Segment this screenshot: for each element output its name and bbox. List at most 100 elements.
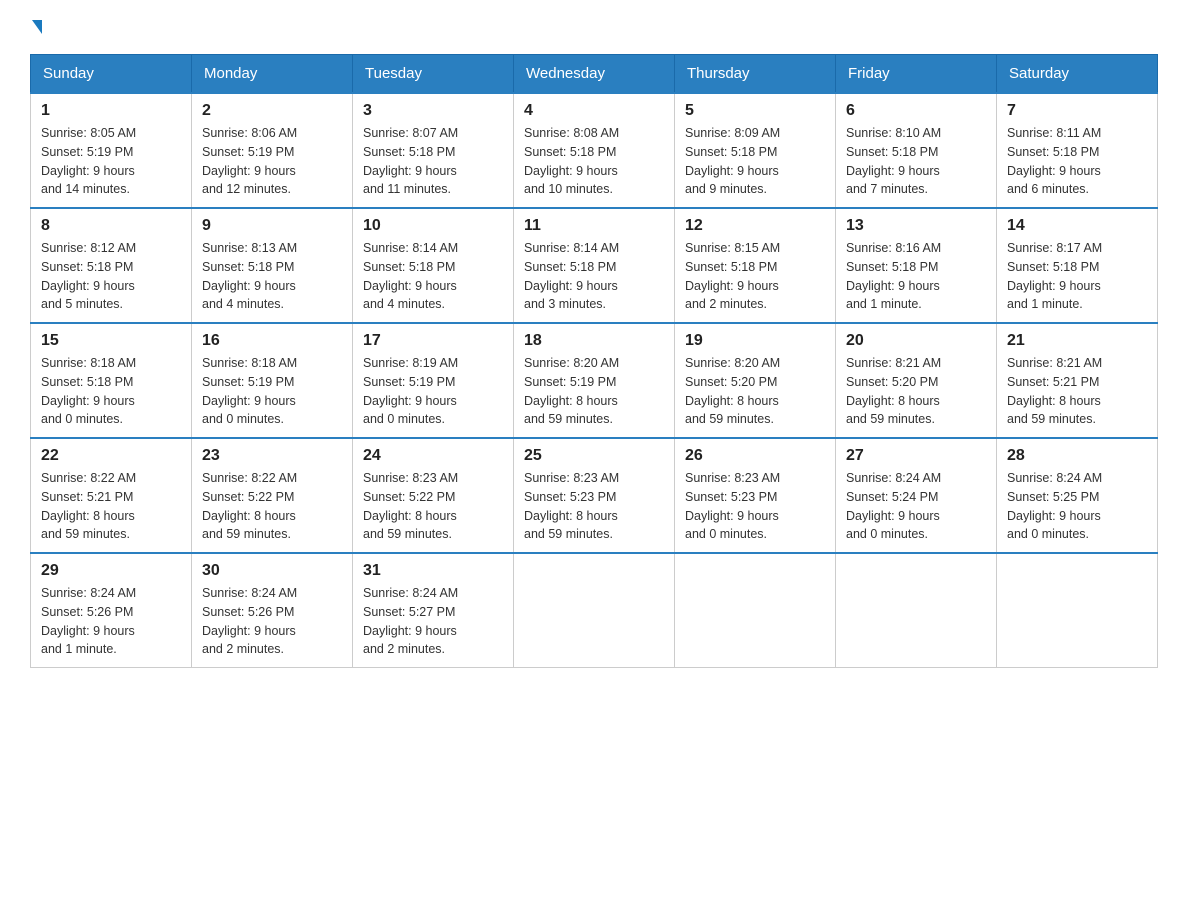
day-number: 7	[1007, 102, 1147, 120]
calendar-cell: 6 Sunrise: 8:10 AMSunset: 5:18 PMDaylight…	[836, 93, 997, 208]
day-number: 15	[41, 332, 181, 350]
day-info: Sunrise: 8:14 AMSunset: 5:18 PMDaylight:…	[524, 239, 664, 314]
calendar-cell: 1 Sunrise: 8:05 AMSunset: 5:19 PMDaylight…	[31, 93, 192, 208]
day-info: Sunrise: 8:18 AMSunset: 5:19 PMDaylight:…	[202, 354, 342, 429]
day-info: Sunrise: 8:17 AMSunset: 5:18 PMDaylight:…	[1007, 239, 1147, 314]
day-info: Sunrise: 8:11 AMSunset: 5:18 PMDaylight:…	[1007, 124, 1147, 199]
day-number: 23	[202, 447, 342, 465]
day-number: 12	[685, 217, 825, 235]
calendar-cell: 27 Sunrise: 8:24 AMSunset: 5:24 PMDayligh…	[836, 438, 997, 553]
calendar-cell	[997, 553, 1158, 668]
calendar-cell: 30Sunrise: 8:24 AMSunset: 5:26 PMDayligh…	[192, 553, 353, 668]
calendar-cell: 16 Sunrise: 8:18 AMSunset: 5:19 PMDayligh…	[192, 323, 353, 438]
calendar-cell: 22 Sunrise: 8:22 AMSunset: 5:21 PMDayligh…	[31, 438, 192, 553]
logo	[30, 20, 42, 34]
day-info: Sunrise: 8:24 AMSunset: 5:27 PMDaylight:…	[363, 584, 503, 659]
calendar-cell: 13 Sunrise: 8:16 AMSunset: 5:18 PMDayligh…	[836, 208, 997, 323]
day-number: 9	[202, 217, 342, 235]
day-info: Sunrise: 8:07 AMSunset: 5:18 PMDaylight:…	[363, 124, 503, 199]
calendar-cell: 4Sunrise: 8:08 AMSunset: 5:18 PMDaylight…	[514, 93, 675, 208]
column-header-thursday: Thursday	[675, 55, 836, 94]
day-number: 6	[846, 102, 986, 120]
day-number: 31	[363, 562, 503, 580]
day-number: 3	[363, 102, 503, 120]
column-header-tuesday: Tuesday	[353, 55, 514, 94]
day-number: 16	[202, 332, 342, 350]
day-number: 27	[846, 447, 986, 465]
day-info: Sunrise: 8:16 AMSunset: 5:18 PMDaylight:…	[846, 239, 986, 314]
day-number: 25	[524, 447, 664, 465]
day-number: 24	[363, 447, 503, 465]
day-info: Sunrise: 8:24 AMSunset: 5:25 PMDaylight:…	[1007, 469, 1147, 544]
column-header-saturday: Saturday	[997, 55, 1158, 94]
week-row-3: 15Sunrise: 8:18 AMSunset: 5:18 PMDayligh…	[31, 323, 1158, 438]
day-number: 22	[41, 447, 181, 465]
week-row-2: 8 Sunrise: 8:12 AMSunset: 5:18 PMDaylight…	[31, 208, 1158, 323]
calendar-cell: 18 Sunrise: 8:20 AMSunset: 5:19 PMDayligh…	[514, 323, 675, 438]
day-number: 20	[846, 332, 986, 350]
week-row-4: 22 Sunrise: 8:22 AMSunset: 5:21 PMDayligh…	[31, 438, 1158, 553]
column-header-sunday: Sunday	[31, 55, 192, 94]
calendar-cell	[836, 553, 997, 668]
day-number: 10	[363, 217, 503, 235]
calendar-cell: 12 Sunrise: 8:15 AMSunset: 5:18 PMDayligh…	[675, 208, 836, 323]
calendar-cell: 5 Sunrise: 8:09 AMSunset: 5:18 PMDaylight…	[675, 93, 836, 208]
calendar-table: SundayMondayTuesdayWednesdayThursdayFrid…	[30, 54, 1158, 668]
day-info: Sunrise: 8:23 AMSunset: 5:22 PMDaylight:…	[363, 469, 503, 544]
day-info: Sunrise: 8:24 AMSunset: 5:24 PMDaylight:…	[846, 469, 986, 544]
calendar-cell: 31 Sunrise: 8:24 AMSunset: 5:27 PMDayligh…	[353, 553, 514, 668]
calendar-cell: 9Sunrise: 8:13 AMSunset: 5:18 PMDaylight…	[192, 208, 353, 323]
day-info: Sunrise: 8:20 AMSunset: 5:20 PMDaylight:…	[685, 354, 825, 429]
calendar-header-row: SundayMondayTuesdayWednesdayThursdayFrid…	[31, 55, 1158, 94]
day-number: 29	[41, 562, 181, 580]
day-info: Sunrise: 8:06 AMSunset: 5:19 PMDaylight:…	[202, 124, 342, 199]
day-info: Sunrise: 8:09 AMSunset: 5:18 PMDaylight:…	[685, 124, 825, 199]
logo-triangle-icon	[32, 20, 42, 34]
day-info: Sunrise: 8:19 AMSunset: 5:19 PMDaylight:…	[363, 354, 503, 429]
day-info: Sunrise: 8:23 AMSunset: 5:23 PMDaylight:…	[524, 469, 664, 544]
day-info: Sunrise: 8:22 AMSunset: 5:22 PMDaylight:…	[202, 469, 342, 544]
day-info: Sunrise: 8:05 AMSunset: 5:19 PMDaylight:…	[41, 124, 181, 199]
day-number: 26	[685, 447, 825, 465]
calendar-cell	[514, 553, 675, 668]
page-header	[30, 20, 1158, 34]
day-number: 8	[41, 217, 181, 235]
day-info: Sunrise: 8:12 AMSunset: 5:18 PMDaylight:…	[41, 239, 181, 314]
day-number: 30	[202, 562, 342, 580]
day-info: Sunrise: 8:10 AMSunset: 5:18 PMDaylight:…	[846, 124, 986, 199]
day-info: Sunrise: 8:21 AMSunset: 5:21 PMDaylight:…	[1007, 354, 1147, 429]
day-info: Sunrise: 8:14 AMSunset: 5:18 PMDaylight:…	[363, 239, 503, 314]
day-number: 11	[524, 217, 664, 235]
day-info: Sunrise: 8:08 AMSunset: 5:18 PMDaylight:…	[524, 124, 664, 199]
calendar-cell: 15Sunrise: 8:18 AMSunset: 5:18 PMDayligh…	[31, 323, 192, 438]
day-number: 17	[363, 332, 503, 350]
calendar-cell	[675, 553, 836, 668]
day-info: Sunrise: 8:23 AMSunset: 5:23 PMDaylight:…	[685, 469, 825, 544]
day-info: Sunrise: 8:22 AMSunset: 5:21 PMDaylight:…	[41, 469, 181, 544]
calendar-cell: 10 Sunrise: 8:14 AMSunset: 5:18 PMDayligh…	[353, 208, 514, 323]
day-info: Sunrise: 8:20 AMSunset: 5:19 PMDaylight:…	[524, 354, 664, 429]
day-number: 19	[685, 332, 825, 350]
calendar-cell: 19 Sunrise: 8:20 AMSunset: 5:20 PMDayligh…	[675, 323, 836, 438]
calendar-cell: 7 Sunrise: 8:11 AMSunset: 5:18 PMDaylight…	[997, 93, 1158, 208]
calendar-cell: 8 Sunrise: 8:12 AMSunset: 5:18 PMDaylight…	[31, 208, 192, 323]
day-number: 1	[41, 102, 181, 120]
calendar-cell: 25 Sunrise: 8:23 AMSunset: 5:23 PMDayligh…	[514, 438, 675, 553]
day-number: 5	[685, 102, 825, 120]
day-info: Sunrise: 8:24 AMSunset: 5:26 PMDaylight:…	[41, 584, 181, 659]
calendar-cell: 23 Sunrise: 8:22 AMSunset: 5:22 PMDayligh…	[192, 438, 353, 553]
calendar-cell: 14Sunrise: 8:17 AMSunset: 5:18 PMDayligh…	[997, 208, 1158, 323]
calendar-cell: 2Sunrise: 8:06 AMSunset: 5:19 PMDaylight…	[192, 93, 353, 208]
calendar-cell: 24 Sunrise: 8:23 AMSunset: 5:22 PMDayligh…	[353, 438, 514, 553]
calendar-cell: 26 Sunrise: 8:23 AMSunset: 5:23 PMDayligh…	[675, 438, 836, 553]
day-info: Sunrise: 8:15 AMSunset: 5:18 PMDaylight:…	[685, 239, 825, 314]
calendar-cell: 3 Sunrise: 8:07 AMSunset: 5:18 PMDaylight…	[353, 93, 514, 208]
day-number: 21	[1007, 332, 1147, 350]
day-number: 28	[1007, 447, 1147, 465]
calendar-cell: 29 Sunrise: 8:24 AMSunset: 5:26 PMDayligh…	[31, 553, 192, 668]
day-number: 13	[846, 217, 986, 235]
column-header-friday: Friday	[836, 55, 997, 94]
day-number: 18	[524, 332, 664, 350]
day-info: Sunrise: 8:21 AMSunset: 5:20 PMDaylight:…	[846, 354, 986, 429]
calendar-cell: 28 Sunrise: 8:24 AMSunset: 5:25 PMDayligh…	[997, 438, 1158, 553]
